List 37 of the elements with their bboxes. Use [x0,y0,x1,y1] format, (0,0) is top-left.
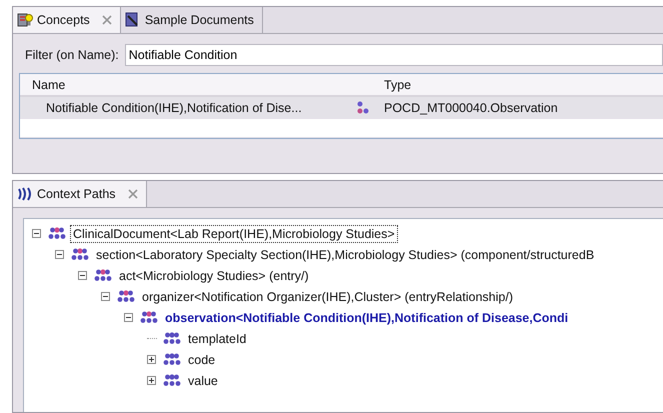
close-icon[interactable] [102,15,112,25]
element-icon [163,353,181,366]
table-cell-text: POCD_MT000040.Observation [383,100,559,114]
collapse-icon[interactable] [101,292,110,301]
element-icon [117,290,135,303]
tree-item[interactable]: templateId [185,330,250,348]
tree-item[interactable]: section<Laboratory Specialty Section(IHE),Microbiology Studies> (component/structuredB [93,246,598,264]
tree-item[interactable]: observation<Notifiable Condition(IHE),Notification of Disease,Condi [162,308,572,326]
tree-item[interactable]: organizer<Notification Organizer(IHE),Cluster> (entryRelationship/) [139,288,516,306]
class-icon [356,100,370,114]
collapse-icon[interactable] [32,229,41,238]
tree-item[interactable]: ClinicalDocument<Lab Report(IHE),Microbiology Studies> [70,224,398,242]
column-header[interactable]: Name [20,78,350,92]
collapse-icon[interactable] [78,271,87,280]
view-tab[interactable]: Sample Documents [120,7,263,33]
close-icon[interactable] [128,189,138,199]
element-icon [140,311,158,324]
element-icon [48,227,66,240]
column-header[interactable]: Type [376,78,663,92]
tree-item[interactable]: code [185,350,218,368]
element-icon [71,248,89,261]
collapse-icon[interactable] [55,250,64,259]
expand-icon[interactable] [147,355,156,364]
table-cell-text: Notifiable Condition(IHE),Notification of Dise... [45,100,303,114]
filter-label: Filter (on Name): [25,48,119,62]
view-tab[interactable]: Context Paths [13,181,147,207]
filter-field[interactable]: Notifiable Condition [124,44,663,66]
element-icon [163,332,181,345]
paths-icon [17,186,33,202]
tree-item[interactable]: act<Microbiology Studies> (entry/) [116,266,312,284]
view-tab[interactable]: Concepts [13,7,121,33]
concepts-icon [17,12,33,28]
element-icon [163,374,181,387]
tree-item[interactable]: value [185,372,221,390]
element-icon [94,269,112,282]
collapse-icon[interactable] [124,313,133,322]
expand-icon[interactable] [147,376,156,385]
